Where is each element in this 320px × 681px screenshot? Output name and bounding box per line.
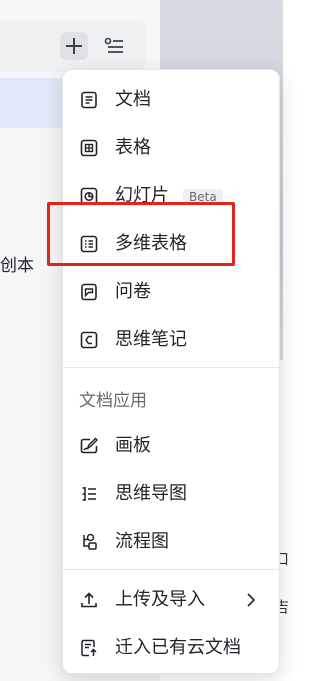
slides-icon — [80, 187, 98, 205]
menu-item-label: 上传及导入 — [115, 589, 205, 610]
chevron-right-icon — [243, 592, 259, 608]
beta-badge: Beta — [183, 189, 223, 205]
list-view-button[interactable] — [100, 32, 128, 60]
list-icon — [104, 37, 123, 53]
survey-icon — [80, 283, 98, 301]
menu-item-label: 表格 — [115, 137, 151, 158]
import-docs-icon — [80, 639, 98, 657]
plus-icon — [66, 38, 82, 54]
mindmap-icon — [80, 485, 98, 503]
menu-item-whiteboard[interactable]: 画板 — [63, 426, 279, 466]
menu-item-upload-import[interactable]: 上传及导入 — [63, 580, 279, 620]
menu-item-slides[interactable]: 幻灯片 Beta — [63, 176, 279, 216]
whiteboard-icon — [80, 437, 98, 455]
menu-item-survey[interactable]: 问卷 — [63, 272, 279, 312]
new-button[interactable] — [60, 32, 88, 60]
menu-divider — [63, 367, 279, 368]
sidebar-toolbar — [0, 20, 146, 72]
apps-section-title: 文档应用 — [79, 391, 147, 411]
flowchart-icon — [80, 533, 98, 551]
menu-item-label: 流程图 — [115, 531, 169, 552]
menu-item-mindmap[interactable]: 思维导图 — [63, 474, 279, 514]
base-table-icon — [80, 235, 98, 253]
menu-item-mindnote[interactable]: 思维笔记 — [63, 320, 279, 360]
menu-item-flowchart[interactable]: 流程图 — [63, 522, 279, 562]
menu-item-base-table[interactable]: 多维表格 — [63, 224, 279, 264]
sheet-icon — [80, 139, 98, 157]
menu-item-label: 问卷 — [115, 281, 151, 302]
create-menu: 文档 表格 幻灯片 Beta 多维表格 问卷 思维笔记 文档应用 画板 思维导图… — [62, 69, 280, 674]
upload-icon — [80, 591, 98, 609]
menu-item-label: 画板 — [115, 435, 151, 456]
menu-item-label: 多维表格 — [115, 233, 187, 254]
menu-item-label: 思维笔记 — [115, 329, 187, 350]
menu-item-label: 思维导图 — [115, 483, 187, 504]
menu-item-migrate-docs[interactable]: 迁入已有云文档 — [63, 628, 279, 668]
menu-item-document[interactable]: 文档 — [63, 80, 279, 120]
menu-item-label: 幻灯片 — [115, 185, 169, 206]
menu-item-label: 文档 — [115, 89, 151, 110]
document-icon — [80, 91, 98, 109]
menu-divider — [63, 569, 279, 570]
menu-item-label: 迁入已有云文档 — [115, 637, 241, 658]
partial-sidebar-text: 创本 — [0, 256, 34, 276]
menu-item-sheet[interactable]: 表格 — [63, 128, 279, 168]
mindnote-icon — [80, 331, 98, 349]
